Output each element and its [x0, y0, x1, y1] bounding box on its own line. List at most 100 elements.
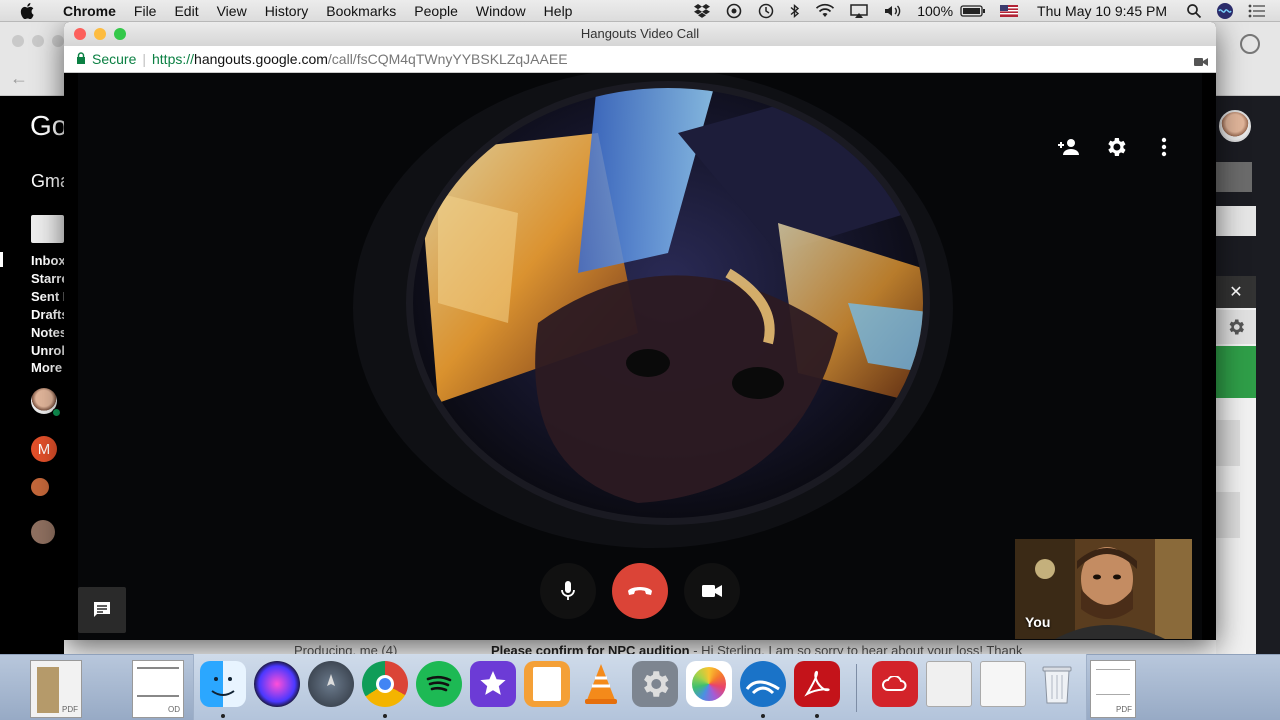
bluetooth-icon[interactable]	[782, 3, 808, 19]
right-dropdown-light[interactable]	[1216, 206, 1256, 236]
menu-bookmarks[interactable]: Bookmarks	[317, 3, 405, 19]
chat-icon	[94, 602, 110, 617]
us-flag-icon[interactable]	[993, 5, 1025, 17]
microphone-icon	[561, 581, 575, 600]
status-area: 100% Thu May 10 9:45 PM	[686, 0, 1280, 22]
airplay-icon[interactable]	[842, 3, 876, 19]
menu-people[interactable]: People	[405, 3, 467, 19]
video-stage[interactable]: You	[78, 73, 1202, 640]
pages-icon[interactable]	[524, 661, 570, 707]
microphone-button[interactable]	[540, 563, 596, 619]
trash-icon[interactable]	[1034, 661, 1080, 707]
running-indicator	[761, 714, 765, 718]
dropbox-icon[interactable]	[686, 3, 718, 19]
lock-icon	[76, 51, 86, 67]
email-row[interactable]: Producing, me (4) Please confirm for NPC…	[64, 640, 1216, 654]
spotlight-search-icon[interactable]	[1179, 3, 1209, 19]
sidebar-item-unroll[interactable]: Unroll	[31, 343, 64, 358]
finder-icon[interactable]	[200, 661, 246, 707]
video-camera-icon	[702, 585, 722, 597]
zoom-window-button[interactable]	[114, 28, 126, 40]
time-machine-icon[interactable]	[750, 3, 782, 19]
dock-stack-documents[interactable]	[980, 661, 1026, 707]
back-arrow-icon[interactable]: ←	[10, 68, 28, 89]
camera-button[interactable]	[684, 563, 740, 619]
document-type-label: PDF	[62, 705, 78, 714]
sync-app-icon[interactable]	[718, 3, 750, 19]
document-image	[37, 667, 59, 713]
settings-gear-icon[interactable]	[1098, 129, 1134, 165]
url-path: /call/fsCQM4qTWnyYYBSKLZqJAAEE	[327, 51, 568, 67]
right-grey-card-1	[1216, 420, 1240, 466]
window-titlebar[interactable]: Hangouts Video Call	[64, 22, 1216, 46]
settings-gear-icon[interactable]	[1216, 310, 1256, 344]
menu-file[interactable]: File	[125, 3, 166, 19]
window-controls	[74, 28, 126, 40]
wifi-icon[interactable]	[808, 3, 842, 19]
battery-icon[interactable]	[960, 4, 993, 18]
apple-icon[interactable]	[20, 2, 38, 19]
email-subject: Please confirm for NPC audition	[490, 643, 690, 654]
url-scheme: https://	[152, 51, 195, 67]
menu-window[interactable]: Window	[467, 3, 535, 19]
contact-avatar-group-1[interactable]	[31, 478, 49, 496]
creative-cloud-folder-icon[interactable]	[872, 661, 918, 707]
document-lines	[1096, 669, 1130, 695]
right-dropdown-block[interactable]	[1216, 162, 1252, 192]
launchpad-icon[interactable]	[308, 661, 354, 707]
siri-dock-icon[interactable]	[254, 661, 300, 707]
menu-view[interactable]: View	[208, 3, 256, 19]
dock-stack-downloads[interactable]	[926, 661, 972, 707]
sidebar-item-more[interactable]: More	[31, 360, 64, 375]
secure-label: Secure	[92, 51, 137, 67]
sidebar-item-sent[interactable]: Sent I	[31, 289, 64, 304]
running-indicator	[815, 714, 819, 718]
self-view-label: You	[1025, 614, 1051, 630]
openoffice-icon[interactable]	[740, 661, 786, 707]
contact-avatar-group-2[interactable]	[31, 520, 55, 544]
clock-datetime[interactable]: Thu May 10 9:45 PM	[1025, 3, 1179, 19]
photos-icon[interactable]	[686, 661, 732, 707]
chrome-icon[interactable]	[362, 661, 408, 707]
profile-menu-icon[interactable]	[1240, 34, 1260, 54]
desktop-pdf-thumbnail[interactable]: PDF	[1090, 660, 1136, 718]
right-grey-card-2	[1216, 492, 1240, 538]
dock-document-thumbnail-2[interactable]: OD	[132, 660, 184, 718]
self-video-preview[interactable]: You	[1015, 539, 1192, 639]
dock-document-thumbnail-1[interactable]: PDF	[30, 660, 82, 718]
adobe-acrobat-icon[interactable]	[794, 661, 840, 707]
chat-button[interactable]	[78, 587, 126, 633]
imovie-icon[interactable]	[470, 661, 516, 707]
window-title: Hangouts Video Call	[580, 26, 700, 41]
menu-edit[interactable]: Edit	[165, 3, 207, 19]
sidebar-item-notes[interactable]: Notes	[31, 325, 64, 340]
contact-avatar-m[interactable]: M	[31, 436, 57, 462]
gmail-window-controls	[12, 35, 64, 47]
camera-in-use-icon[interactable]	[1194, 54, 1208, 70]
account-avatar[interactable]	[1219, 110, 1251, 142]
close-window-button[interactable]	[74, 28, 86, 40]
sidebar-item-inbox[interactable]: Inbox	[31, 253, 64, 268]
compose-button[interactable]	[31, 215, 64, 243]
notification-center-icon[interactable]	[1241, 4, 1280, 18]
add-people-icon[interactable]	[1050, 129, 1086, 165]
menu-help[interactable]: Help	[535, 3, 582, 19]
siri-icon[interactable]	[1209, 2, 1241, 20]
menu-app-chrome[interactable]: Chrome	[54, 3, 125, 19]
minimize-window-button[interactable]	[94, 28, 106, 40]
address-bar[interactable]: Secure | https:// hangouts.google.com /c…	[64, 46, 1216, 73]
hangouts-window: Hangouts Video Call Secure | https:// ha…	[64, 22, 1216, 640]
end-call-button[interactable]	[612, 563, 668, 619]
close-icon[interactable]: ✕	[1216, 276, 1256, 308]
sidebar-item-drafts[interactable]: Drafts	[31, 307, 64, 322]
menu-history[interactable]: History	[256, 3, 318, 19]
sidebar-item-starred[interactable]: Starre	[31, 271, 64, 286]
more-options-icon[interactable]	[1146, 129, 1182, 165]
system-preferences-icon[interactable]	[632, 661, 678, 707]
gmail-label[interactable]: Gma	[31, 171, 64, 192]
hang-up-icon	[628, 587, 652, 595]
selected-indicator	[0, 252, 3, 267]
volume-icon[interactable]	[876, 3, 910, 19]
spotify-icon[interactable]	[416, 661, 462, 707]
vlc-icon[interactable]	[578, 661, 624, 707]
